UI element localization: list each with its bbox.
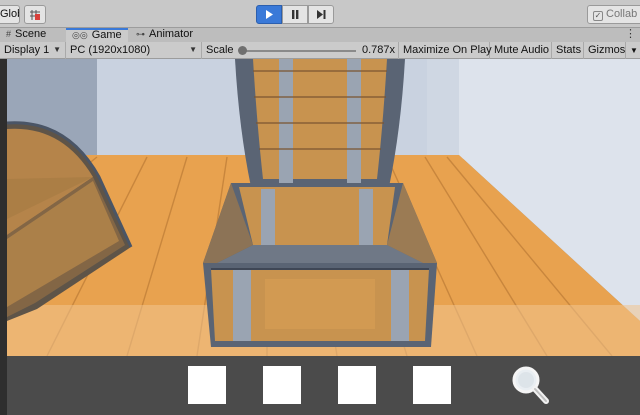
chest-lid (235, 59, 405, 187)
scale-slider-handle[interactable] (238, 46, 247, 55)
tab-game[interactable]: ◎◎ Game (66, 28, 128, 42)
inventory-slot[interactable] (263, 366, 301, 404)
chevron-down-icon: ▼ (189, 45, 197, 54)
collab-button[interactable]: ✓ Collab (587, 5, 640, 24)
global-label: Global (0, 8, 19, 20)
stats-label: Stats (556, 44, 582, 56)
step-icon (317, 10, 326, 19)
view-tabs: # Scene ◎◎ Game ⊶ Animator ⋮ (0, 28, 640, 42)
mute-audio-label: Mute Audio (494, 44, 550, 56)
pivot-global-toggle[interactable]: Global (0, 5, 20, 24)
more-options-icon[interactable]: ⋮ (625, 28, 636, 41)
check-icon: ✓ (593, 11, 603, 21)
display-value: Display 1 (4, 44, 50, 56)
inventory-slot[interactable] (413, 366, 451, 404)
magnifier-icon (512, 366, 549, 404)
game-viewport[interactable] (7, 59, 640, 356)
tab-scene[interactable]: # Scene (0, 28, 64, 42)
inventory-bar (7, 356, 640, 415)
gizmos-dropdown[interactable]: ▼ (626, 42, 640, 59)
play-button[interactable] (256, 5, 282, 24)
gamepad-icon: ◎◎ (72, 30, 88, 40)
mute-audio-toggle[interactable]: Mute Audio (490, 42, 552, 59)
play-icon (266, 10, 273, 19)
tab-scene-label: Scene (15, 28, 47, 40)
maximize-on-play-label: Maximize On Play (403, 44, 492, 56)
maximize-on-play-toggle[interactable]: Maximize On Play (399, 42, 492, 59)
grid-snap-icon (30, 10, 40, 20)
scale-control: Scale 0.787x (202, 42, 399, 59)
scale-slider-track[interactable] (240, 50, 356, 52)
chevron-down-icon: ▼ (630, 46, 638, 55)
unity-editor: Global ✓Collab (0, 0, 640, 415)
step-button[interactable] (308, 5, 334, 24)
tab-animator-label: Animator (149, 28, 194, 40)
main-toolbar: Global ✓Collab (0, 0, 640, 28)
pause-icon (292, 10, 299, 19)
gizmos-toggle[interactable]: Gizmos (584, 42, 626, 59)
panel-border (0, 59, 7, 415)
tab-game-label: Game (91, 29, 122, 41)
game-scene (7, 59, 640, 356)
magnifier-button[interactable] (510, 364, 550, 406)
resolution-value: PC (1920x1080) (70, 44, 151, 56)
open-treasure-chest (203, 183, 437, 347)
chevron-down-icon: ▼ (53, 45, 61, 54)
stats-toggle[interactable]: Stats (552, 42, 584, 59)
tab-animator[interactable]: ⊶ Animator (130, 28, 210, 42)
snap-settings-button[interactable] (24, 5, 46, 24)
hash-icon: # (6, 29, 12, 39)
pause-button[interactable] (282, 5, 308, 24)
inventory-slot[interactable] (188, 366, 226, 404)
gizmos-label: Gizmos (588, 44, 626, 56)
display-dropdown[interactable]: Display 1 ▼ (0, 42, 66, 59)
inventory-slot[interactable] (338, 366, 376, 404)
collab-label: Collab (606, 8, 638, 20)
scale-label: Scale (206, 44, 234, 56)
scale-value: 0.787x (362, 44, 396, 56)
animator-icon: ⊶ (136, 29, 145, 39)
resolution-dropdown[interactable]: PC (1920x1080) ▼ (66, 42, 202, 59)
game-view-controls: Display 1 ▼ PC (1920x1080) ▼ Scale 0.787… (0, 42, 640, 59)
